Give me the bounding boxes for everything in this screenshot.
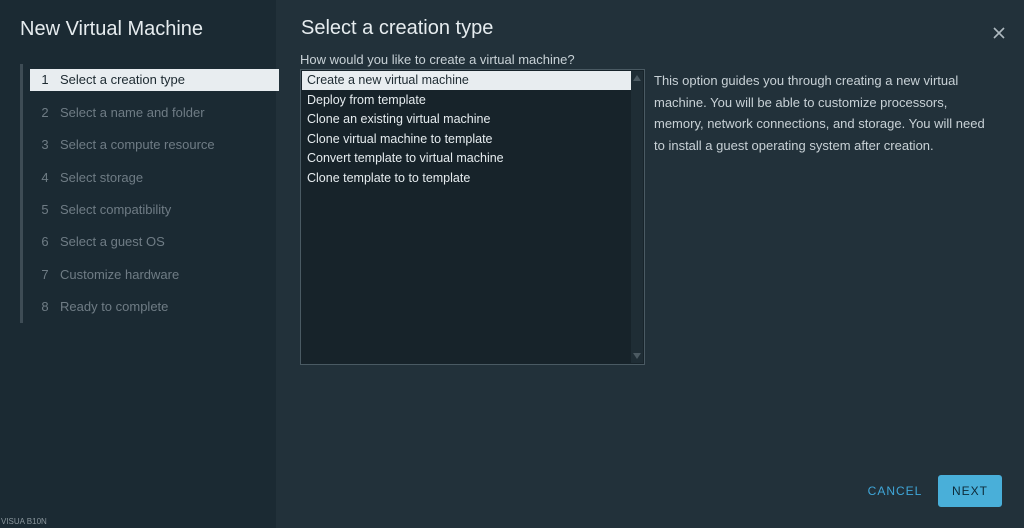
step-label: Ready to complete (60, 299, 169, 314)
arrow-up-icon[interactable] (633, 75, 641, 81)
option-clone-vm-to-template[interactable]: Clone virtual machine to template (302, 130, 631, 149)
step-label: Select a creation type (60, 72, 186, 87)
step-label: Select compatibility (60, 202, 172, 217)
footer-tag: VISUA B10N (1, 517, 47, 526)
list-scrollbar[interactable] (631, 71, 643, 363)
step-number: 4 (41, 169, 49, 185)
option-convert-template-to-vm[interactable]: Convert template to virtual machine (302, 149, 631, 168)
step-label: Select a guest OS (60, 234, 165, 249)
step-number: 2 (41, 104, 49, 120)
wizard-sidebar: New Virtual Machine 1 Select a creation t… (0, 0, 279, 528)
step-1[interactable]: 1 Select a creation type (30, 69, 279, 91)
step-number: 1 (41, 72, 49, 87)
step-3[interactable]: 3 Select a compute resource (30, 134, 279, 156)
step-label: Customize hardware (60, 266, 180, 282)
step-label: Select a compute resource (60, 137, 215, 152)
option-clone-template-to-template[interactable]: Clone template to to template (302, 169, 631, 188)
next-button[interactable]: NEXT (938, 475, 1002, 507)
step-2[interactable]: 2 Select a name and folder (30, 102, 279, 124)
arrow-down-icon[interactable] (633, 353, 641, 359)
step-7[interactable]: 7 Customize hardware (30, 264, 279, 286)
step-8[interactable]: 8 Ready to complete (30, 296, 279, 318)
creation-type-list[interactable]: Create a new virtual machine Deploy from… (300, 69, 645, 365)
step-number: 3 (41, 137, 49, 152)
step-number: 7 (41, 266, 49, 282)
step-label: Select a name and folder (60, 104, 205, 120)
step-number: 5 (41, 202, 49, 217)
page-title: Select a creation type (301, 17, 494, 39)
step-4[interactable]: 4 Select storage (30, 167, 279, 189)
cancel-button[interactable]: CANCEL (860, 476, 930, 506)
wizard-title: New Virtual Machine (20, 18, 204, 40)
step-6[interactable]: 6 Select a guest OS (30, 231, 279, 253)
option-create-new-vm[interactable]: Create a new virtual machine (302, 71, 631, 90)
option-description: This option guides you through creating … (654, 73, 985, 153)
wizard-steps: 1 Select a creation type 2 Select a name a… (20, 64, 279, 323)
step-5[interactable]: 5 Select compatibility (30, 199, 279, 221)
close-icon (993, 27, 1005, 39)
step-number: 6 (41, 234, 49, 249)
close-button[interactable] (990, 24, 1008, 42)
option-clone-existing-vm[interactable]: Clone an existing virtual machine (302, 110, 631, 129)
step-label: Select storage (60, 169, 144, 185)
creation-type-question: How would you like to create a virtual m… (300, 52, 575, 67)
step-number: 8 (41, 299, 49, 314)
option-deploy-from-template[interactable]: Deploy from template (302, 91, 631, 110)
